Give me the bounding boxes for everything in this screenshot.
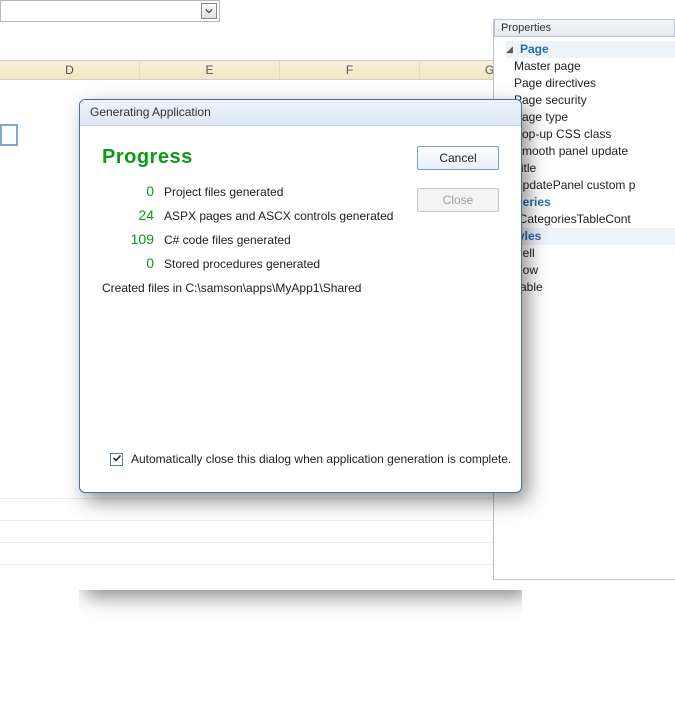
props-item[interactable]: Table bbox=[506, 279, 675, 296]
collapse-icon: ◢ bbox=[506, 41, 516, 58]
props-item[interactable]: Page type bbox=[506, 109, 675, 126]
col-header[interactable]: D bbox=[0, 61, 140, 79]
props-item[interactable]: Smooth panel update bbox=[506, 143, 675, 160]
props-group-page[interactable]: ◢ Page bbox=[506, 41, 675, 58]
props-item[interactable]: Row bbox=[506, 262, 675, 279]
props-group-styles[interactable]: Styles bbox=[506, 228, 675, 245]
dialog-reflection: Generating Application Progress 0Project… bbox=[79, 590, 522, 705]
progress-label: C# code files generated bbox=[164, 233, 501, 247]
properties-header: Properties bbox=[494, 19, 675, 37]
progress-row: 109 C# code files generated bbox=[102, 231, 501, 255]
auto-close-checkbox[interactable] bbox=[110, 453, 123, 466]
props-item[interactable]: Page directives bbox=[506, 75, 675, 92]
col-header[interactable]: F bbox=[280, 61, 420, 79]
panel-separator bbox=[493, 579, 675, 585]
auto-close-row[interactable]: Automatically close this dialog when app… bbox=[110, 452, 511, 466]
close-button: Close bbox=[417, 188, 499, 212]
progress-count: 0 bbox=[102, 255, 164, 271]
props-item[interactable]: Page security bbox=[506, 92, 675, 109]
created-path: Created files in C:\samson\apps\MyApp1\S… bbox=[102, 281, 501, 295]
chevron-down-icon bbox=[205, 4, 213, 18]
props-item[interactable]: Master page bbox=[506, 58, 675, 75]
combo-box[interactable] bbox=[0, 0, 220, 22]
dropdown-button[interactable] bbox=[201, 3, 217, 19]
props-item[interactable]: Pop-up CSS class bbox=[506, 126, 675, 143]
dialog-title[interactable]: Generating Application bbox=[80, 100, 521, 126]
progress-row: 0 Stored procedures generated bbox=[102, 255, 501, 279]
props-group-queries[interactable]: Queries bbox=[506, 194, 675, 211]
props-item[interactable]: *CategoriesTableCont bbox=[506, 211, 675, 228]
check-icon bbox=[112, 452, 122, 466]
props-item[interactable]: Title bbox=[506, 160, 675, 177]
progress-count: 0 bbox=[102, 183, 164, 199]
props-item[interactable]: Cell bbox=[506, 245, 675, 262]
progress-label: Stored procedures generated bbox=[164, 257, 501, 271]
progress-dialog: Generating Application Progress 0 Projec… bbox=[79, 99, 522, 493]
progress-count: 24 bbox=[102, 207, 164, 223]
progress-count: 109 bbox=[102, 231, 164, 247]
auto-close-label: Automatically close this dialog when app… bbox=[131, 452, 511, 466]
cancel-button[interactable]: Cancel bbox=[417, 146, 499, 170]
props-item[interactable]: UpdatePanel custom p bbox=[506, 177, 675, 194]
col-header[interactable]: E bbox=[140, 61, 280, 79]
column-headers: D E F G bbox=[0, 60, 520, 80]
